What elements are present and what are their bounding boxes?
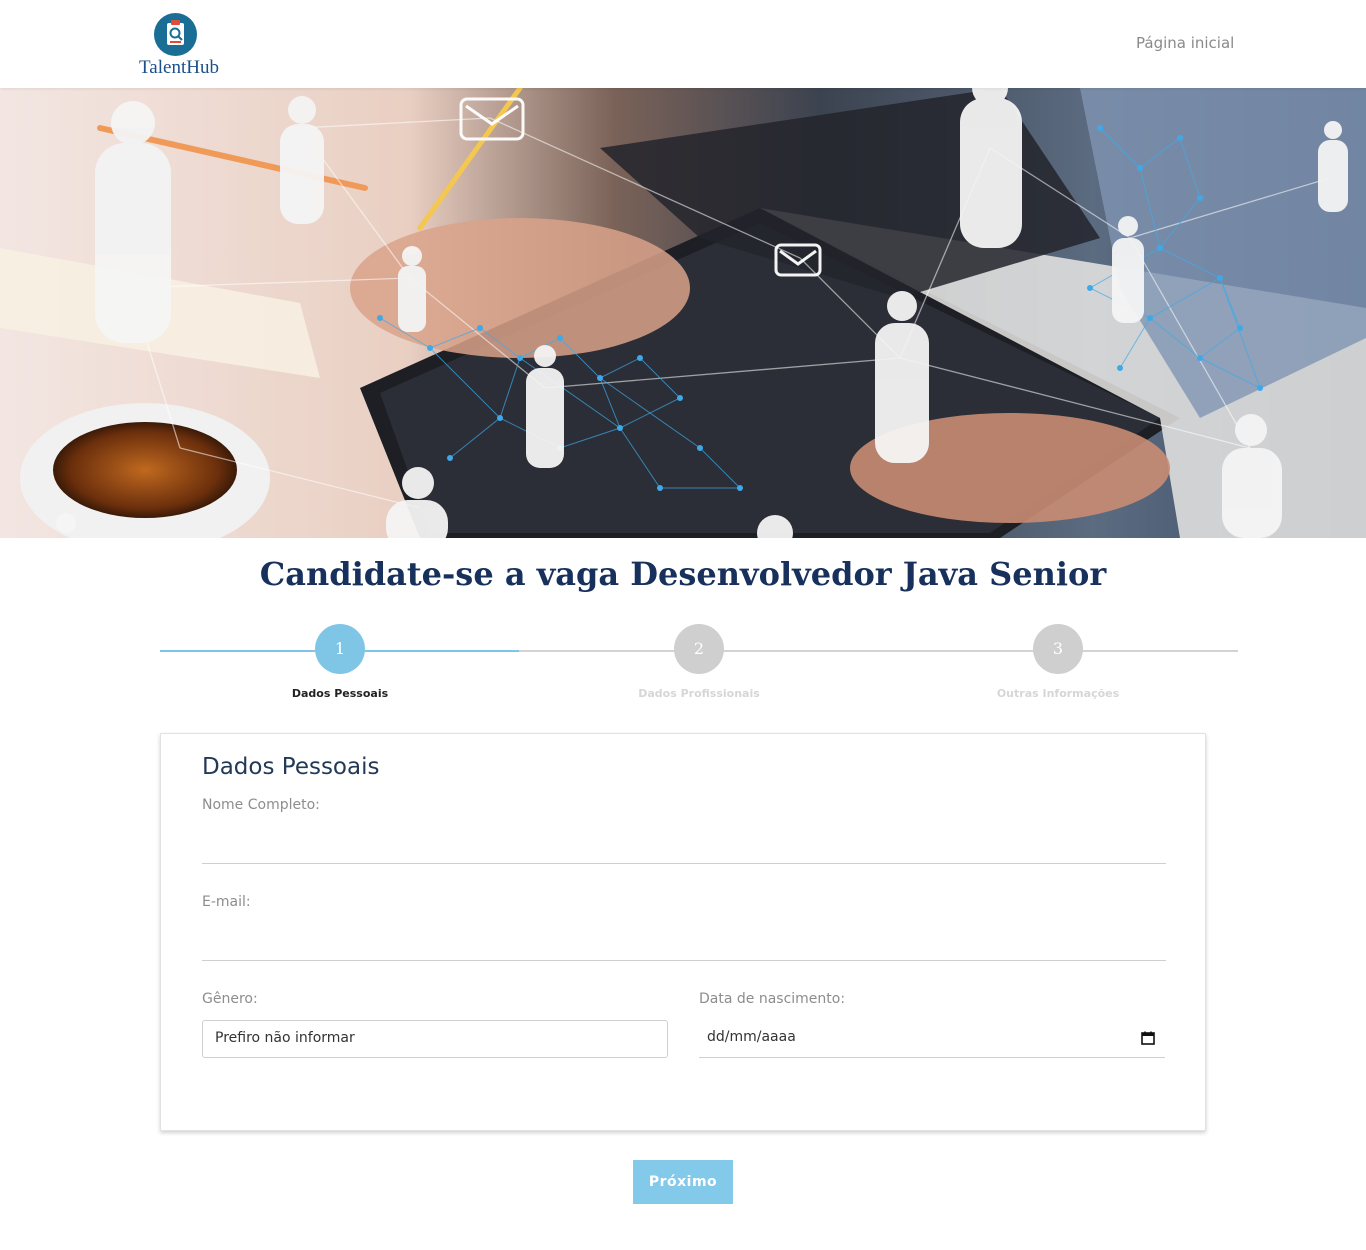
gender-selected-value: Prefiro não informar: [215, 1030, 355, 1046]
page-title: Candidate-se a vaga Desenvolvedor Java S…: [259, 555, 1107, 593]
talenthub-logo[interactable]: TalentHub: [133, 13, 225, 78]
top-navbar: TalentHub Página inicial: [0, 0, 1366, 88]
email-label: E-mail:: [202, 894, 251, 910]
calendar-icon[interactable]: [1141, 1031, 1155, 1045]
gender-label: Gênero:: [202, 991, 258, 1007]
step-number: 3: [1033, 624, 1083, 674]
step-label: Dados Pessoais: [291, 687, 389, 700]
step-number: 1: [315, 624, 365, 674]
next-button[interactable]: Próximo: [633, 1160, 733, 1204]
step-label: Dados Profissionais: [638, 687, 760, 700]
step-label: Outras Informações: [996, 687, 1120, 700]
gender-select[interactable]: Prefiro não informar: [202, 1020, 668, 1058]
birthdate-placeholder: dd/mm/aaaa: [707, 1029, 796, 1045]
email-input[interactable]: [202, 927, 1166, 961]
personal-data-card: Dados Pessoais Nome Completo: E-mail: Gê…: [160, 733, 1206, 1131]
clipboard-search-icon: [154, 13, 197, 56]
step-dados-pessoais[interactable]: 1 Dados Pessoais: [250, 624, 430, 700]
birthdate-input[interactable]: dd/mm/aaaa: [699, 1020, 1165, 1058]
logo-text: TalentHub: [139, 57, 219, 78]
section-title: Dados Pessoais: [202, 754, 380, 780]
step-dados-profissionais[interactable]: 2 Dados Profissionais: [609, 624, 789, 700]
progress-stepper: 1 Dados Pessoais 2 Dados Profissionais 3…: [160, 624, 1238, 714]
birthdate-label: Data de nascimento:: [699, 991, 846, 1007]
full-name-input[interactable]: [202, 830, 1166, 864]
step-outras-informacoes[interactable]: 3 Outras Informações: [968, 624, 1148, 700]
hero-banner: [0, 88, 1366, 538]
full-name-label: Nome Completo:: [202, 797, 320, 813]
step-number: 2: [674, 624, 724, 674]
nav-home-link[interactable]: Página inicial: [1136, 34, 1234, 52]
